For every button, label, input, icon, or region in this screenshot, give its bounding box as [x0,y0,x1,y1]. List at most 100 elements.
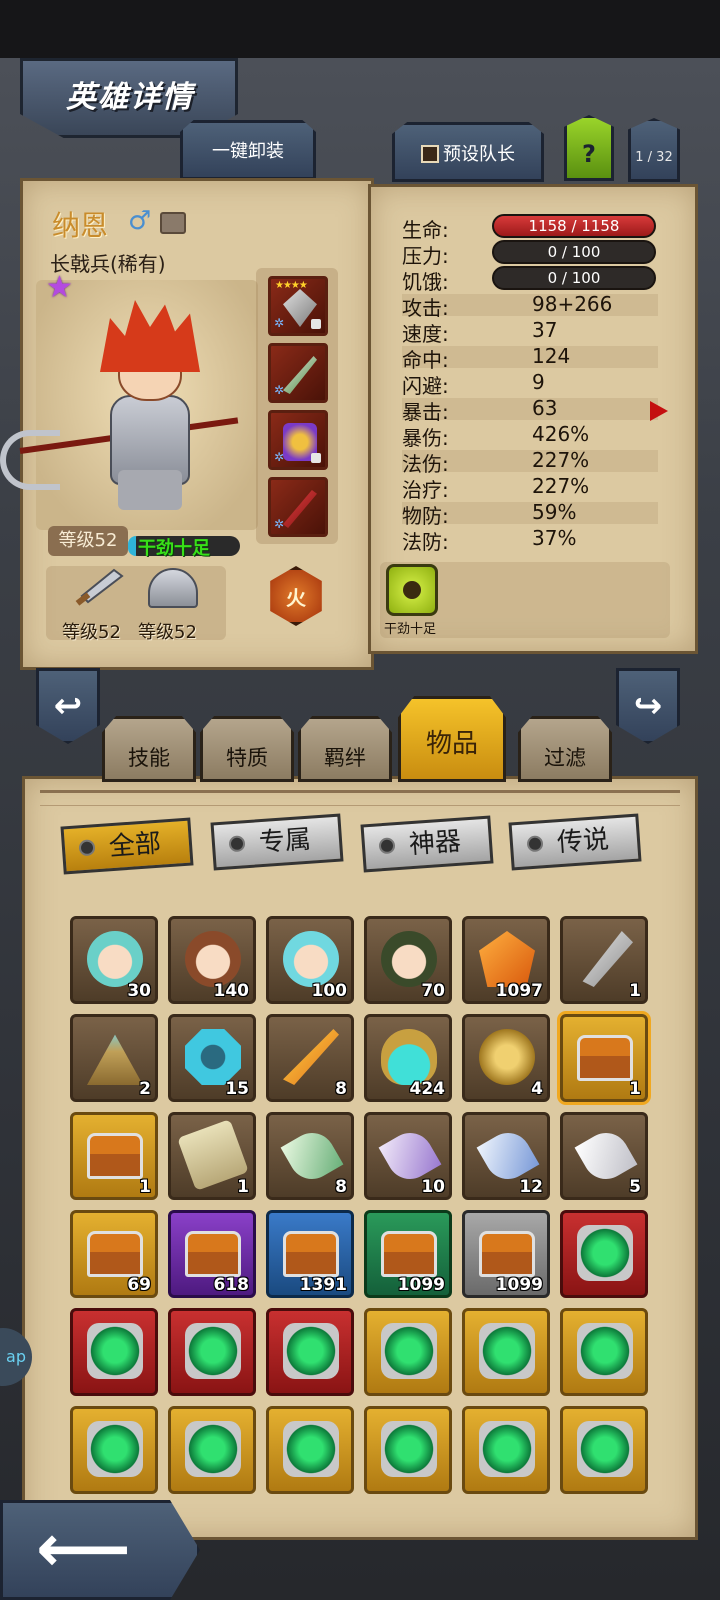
inventory-item[interactable]: 140 [168,916,256,1004]
filter-label: 全部 [107,828,162,863]
inventory-item[interactable]: 8 [266,1014,354,1102]
item-count: 2 [139,1079,151,1099]
sand-pile-icon [87,1034,143,1085]
filter-label: 专属 [257,824,312,859]
inventory-item[interactable] [560,1210,648,1298]
status-bar-fill [128,536,136,556]
inventory-item[interactable]: 4 [462,1014,550,1102]
filter-all[interactable]: 全部 [60,817,194,875]
inventory-item[interactable] [70,1406,158,1494]
item-count: 1 [629,981,641,1001]
inventory-item[interactable]: 424 [364,1014,452,1102]
inventory-item[interactable] [364,1406,452,1494]
item-count: 1391 [299,1275,347,1295]
inventory-item[interactable]: 1099 [364,1210,452,1298]
inventory-item[interactable]: 1 [560,916,648,1004]
stat-value: 227% [532,448,590,472]
green-gem-icon [577,1225,633,1281]
tab-items[interactable]: 物品 [398,696,506,782]
stat-label: 命中: [402,348,449,372]
inventory-item[interactable] [168,1406,256,1494]
inventory-item[interactable]: 1 [560,1014,648,1102]
trait-icon[interactable] [386,564,438,616]
inventory-item[interactable] [70,1308,158,1396]
equip-slot-accessory[interactable]: ✲ [268,477,328,537]
back-arrow-icon[interactable]: ⟵ [36,1516,131,1582]
green-gem-icon [577,1421,633,1477]
inventory-item[interactable]: 30 [70,916,158,1004]
inventory-item[interactable]: 100 [266,916,354,1004]
stat-value: 37 [532,318,558,342]
inventory-item[interactable]: 1391 [266,1210,354,1298]
inventory-item[interactable] [560,1308,648,1396]
stat-row: 闪避: 9 [402,370,658,398]
inventory-item[interactable]: 15 [168,1014,256,1102]
edit-name-icon[interactable] [160,212,186,234]
inventory-item[interactable] [168,1308,256,1396]
hero-page-indicator[interactable]: 1 / 32 [628,118,680,182]
item-count: 140 [213,981,250,1001]
inventory-item[interactable] [266,1406,354,1494]
unequip-all-button[interactable]: 一键卸装 [180,120,316,180]
inventory-item[interactable]: 618 [168,1210,256,1298]
red-blade-icon [283,490,317,528]
stat-value: 59% [532,500,577,524]
inventory-item[interactable]: 8 [266,1112,354,1200]
stat-row: 命中: 124 [402,344,658,372]
inventory-item[interactable]: 1 [70,1112,158,1200]
equip-slot-dagger[interactable]: ✲ [268,343,328,403]
dagger-icon [283,356,317,394]
item-count: 1 [139,1177,151,1197]
help-button[interactable]: ? [564,115,614,181]
stat-row: 攻击: 98+266 [402,292,658,320]
green-feather-icon [280,1124,344,1188]
preset-leader-label: 预设队长 [443,144,515,165]
stat-value: 63 [532,396,558,420]
more-stats-arrow-icon[interactable] [650,401,668,421]
inventory-item[interactable] [462,1308,550,1396]
inventory-item[interactable]: 1 [168,1112,256,1200]
filter-artifact[interactable]: 神器 [360,815,494,873]
stat-label: 攻击: [402,296,449,320]
hero-legs [118,470,182,510]
inventory-item[interactable]: 1097 [462,916,550,1004]
inventory-item[interactable] [462,1406,550,1494]
inventory-item[interactable]: 12 [462,1112,550,1200]
tab-skills[interactable]: 技能 [102,716,196,782]
inventory-item[interactable]: 1099 [462,1210,550,1298]
inventory-item[interactable]: 69 [70,1210,158,1298]
green-gem-icon [87,1323,143,1379]
item-count: 1099 [397,1275,445,1295]
inventory-item[interactable]: 70 [364,916,452,1004]
equip-slot-armor[interactable]: ✲ [268,410,328,470]
rune-stone-icon [185,1029,241,1085]
weapon-level: 等级52 [62,622,121,643]
chest-icon [283,1231,339,1277]
stat-row: 物防: 59% [402,500,658,528]
filter-legend[interactable]: 传说 [508,813,642,871]
hero-shard-icon [381,931,437,987]
hero-status: 干劲十足 [138,538,210,559]
inventory-item[interactable]: 5 [560,1112,648,1200]
item-count: 618 [213,1275,250,1295]
stat-label: 治疗: [402,478,449,502]
inventory-item[interactable] [266,1308,354,1396]
item-count: 12 [519,1177,543,1197]
inventory-item[interactable] [364,1308,452,1396]
preset-leader-checkbox[interactable] [421,145,439,163]
item-count: 424 [409,1079,446,1099]
filter-exclusive[interactable]: 专属 [210,813,344,871]
stat-label: 物防: [402,504,449,528]
equip-slot-weapon[interactable]: ★★★★ ✲ [268,276,328,336]
trait-label: 干劲十足 [384,622,437,637]
inventory-item[interactable]: 2 [70,1014,158,1102]
item-count: 8 [335,1079,347,1099]
tab-bonds[interactable]: 羁绊 [298,716,392,782]
preset-leader-button[interactable]: 预设队长 [392,122,544,182]
white-feather-icon [574,1124,638,1188]
tab-filter[interactable]: 过滤 [518,716,612,782]
inventory-item[interactable]: 10 [364,1112,452,1200]
sword-icon[interactable] [70,568,124,608]
inventory-item[interactable] [560,1406,648,1494]
tab-traits[interactable]: 特质 [200,716,294,782]
